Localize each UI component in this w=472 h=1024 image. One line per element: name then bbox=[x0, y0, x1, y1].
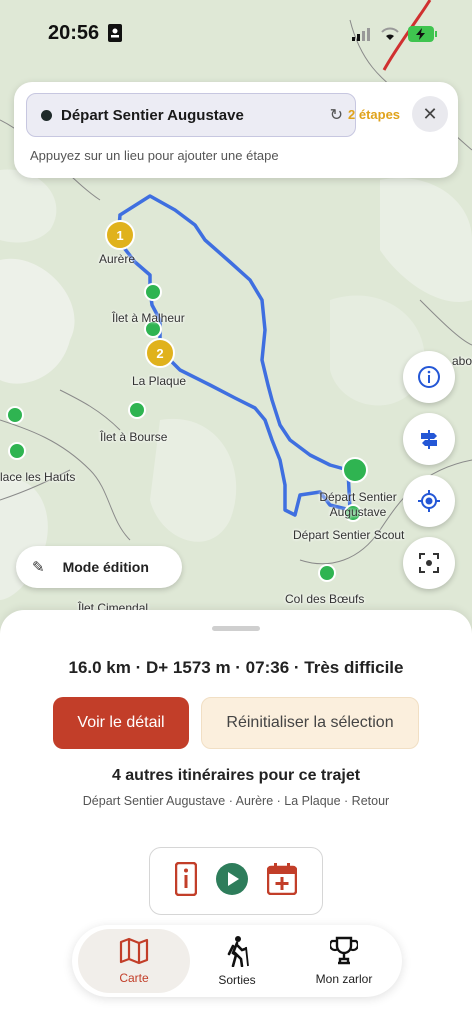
marker-step-1-label: 1 bbox=[116, 228, 123, 243]
label-ilet-bourse: Îlet à Bourse bbox=[100, 430, 168, 444]
pencil-icon: ✎ bbox=[32, 559, 45, 576]
locate-button[interactable] bbox=[403, 475, 455, 527]
signpost-button[interactable] bbox=[403, 413, 455, 465]
scan-button[interactable] bbox=[403, 537, 455, 589]
info-icon bbox=[418, 366, 440, 388]
hiker-icon bbox=[227, 936, 249, 967]
tab-carte-label: Carte bbox=[119, 971, 149, 985]
label-place-hauts: lace les Hauts bbox=[0, 470, 76, 484]
view-detail-button[interactable]: Voir le détail bbox=[53, 697, 189, 749]
label-depart-augustave: Départ Sentier Augustave bbox=[319, 490, 397, 519]
scan-icon bbox=[419, 553, 439, 573]
marker-step-1[interactable]: 1 bbox=[105, 220, 135, 250]
marker-col-boeufs[interactable] bbox=[318, 564, 336, 582]
alternatives-title: 4 autres itinéraires pour ce trajet bbox=[111, 767, 361, 784]
info-card-icon bbox=[175, 861, 198, 896]
calendar-add-icon bbox=[266, 862, 297, 895]
mode-edit-label: Mode édition bbox=[62, 559, 149, 575]
info-card-button[interactable] bbox=[175, 861, 198, 901]
trophy-icon bbox=[330, 936, 358, 965]
label-col-boeufs: Col des Bœufs bbox=[285, 592, 365, 606]
reset-selection-button[interactable]: Réinitialiser la sélection bbox=[201, 697, 419, 749]
marker-west-1[interactable] bbox=[6, 406, 24, 424]
marker-step-2-label: 2 bbox=[156, 346, 163, 361]
tab-bar: Carte Sorties Mon zarlor bbox=[72, 925, 402, 997]
map-icon bbox=[119, 937, 149, 965]
signpost-icon bbox=[421, 430, 437, 449]
add-calendar-button[interactable] bbox=[266, 862, 297, 900]
label-ilet-malheur: Îlet à Malheur bbox=[112, 311, 185, 325]
tab-mon-zarlor[interactable]: Mon zarlor bbox=[294, 929, 394, 993]
route-summary: 16.0 km · D+ 1573 m · 07:36 · Très diffi… bbox=[68, 658, 404, 677]
marker-ilet-malheur[interactable] bbox=[144, 283, 162, 301]
alternatives-subtitle: Départ Sentier Augustave · Aurère · La P… bbox=[82, 794, 390, 808]
tab-sorties[interactable]: Sorties bbox=[194, 929, 280, 993]
label-aurere: Aurère bbox=[99, 252, 136, 266]
sheet-handle[interactable] bbox=[212, 626, 260, 631]
map-markers: 1 2 bbox=[6, 220, 368, 582]
action-toolbar bbox=[149, 847, 323, 915]
locate-icon bbox=[418, 490, 440, 512]
tab-carte[interactable]: Carte bbox=[78, 929, 190, 993]
map-view[interactable]: 20:56 Départ Sentier Augustave ↻ 2 étape… bbox=[0, 0, 472, 640]
play-button[interactable] bbox=[215, 862, 248, 900]
info-button[interactable] bbox=[403, 351, 455, 403]
label-la-plaque: La Plaque bbox=[132, 374, 187, 388]
mode-edit-button[interactable]: ✎ Mode édition bbox=[16, 546, 182, 588]
label-edge: abo bbox=[452, 354, 472, 368]
marker-west-2[interactable] bbox=[8, 442, 26, 460]
play-icon bbox=[215, 862, 248, 895]
tab-sorties-label: Sorties bbox=[218, 973, 256, 987]
marker-depart-augustave[interactable] bbox=[342, 457, 368, 483]
marker-step-2[interactable]: 2 bbox=[145, 338, 175, 368]
marker-ilet-bourse[interactable] bbox=[128, 401, 146, 419]
route-sheet: 16.0 km · D+ 1573 m · 07:36 · Très diffi… bbox=[0, 610, 472, 1024]
tab-mon-zarlor-label: Mon zarlor bbox=[315, 972, 373, 986]
label-depart-scout: Départ Sentier Scout bbox=[293, 528, 405, 542]
